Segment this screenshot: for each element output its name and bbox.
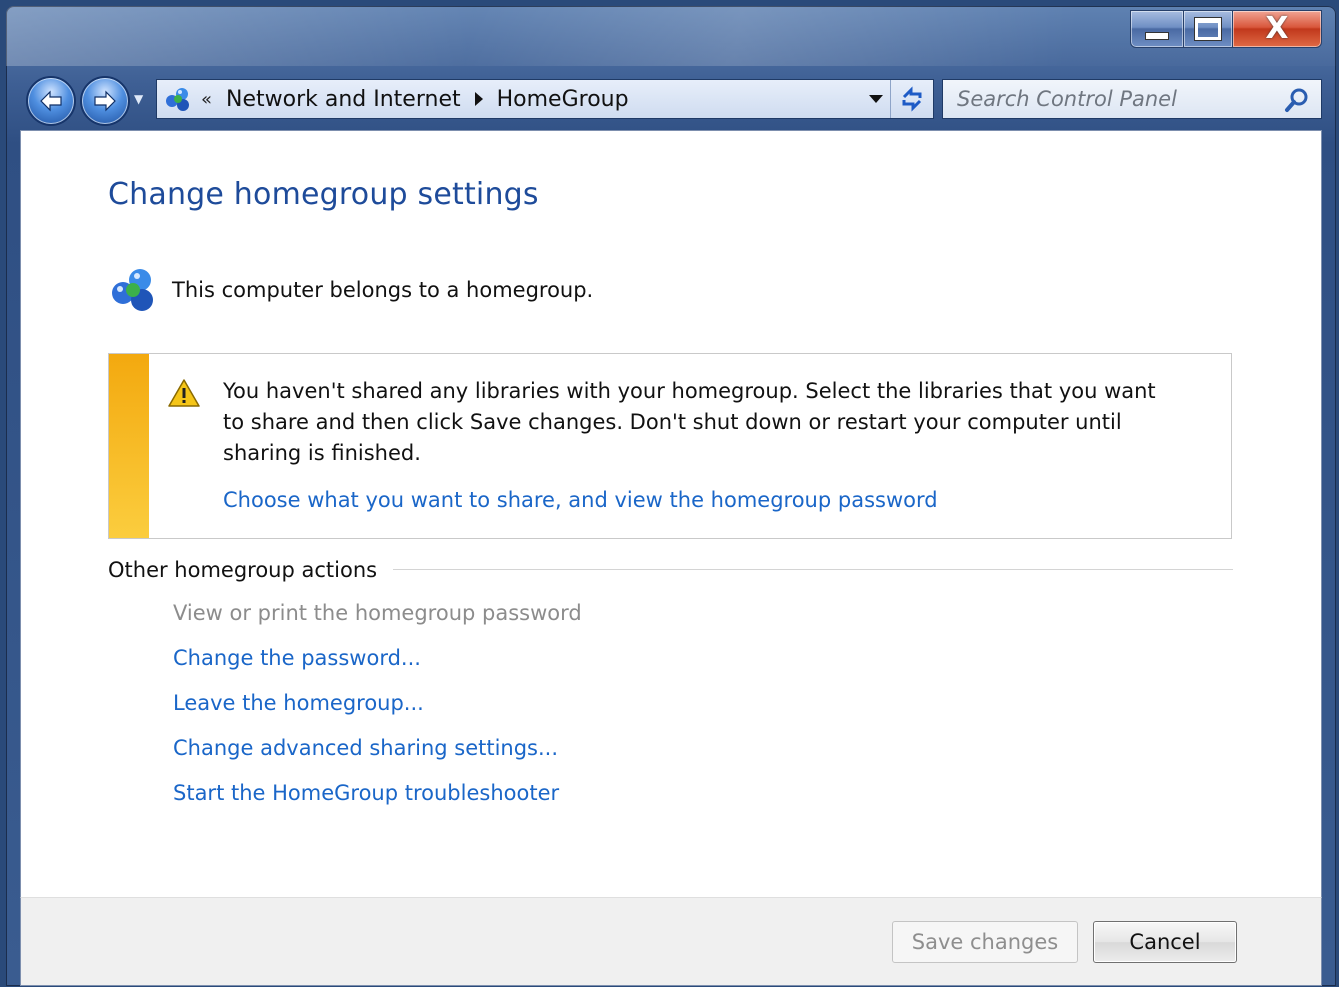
sharing-notice: You haven't shared any libraries with yo… bbox=[108, 353, 1232, 539]
address-bar[interactable]: « Network and Internet HomeGroup bbox=[156, 79, 934, 119]
search-icon[interactable] bbox=[1283, 86, 1311, 114]
search-input[interactable] bbox=[955, 86, 1269, 112]
address-dropdown-button[interactable] bbox=[861, 80, 891, 118]
other-actions-list: View or print the homegroup password Cha… bbox=[173, 597, 582, 822]
homegroup-troubleshooter-link[interactable]: Start the HomeGroup troubleshooter bbox=[173, 777, 582, 822]
notice-accent-bar bbox=[109, 354, 149, 538]
search-box[interactable] bbox=[942, 79, 1322, 119]
content-pane: Change homegroup settings This computer … bbox=[20, 130, 1322, 898]
breadcrumb-separator-icon[interactable] bbox=[474, 92, 483, 106]
change-advanced-sharing-link[interactable]: Change advanced sharing settings... bbox=[173, 732, 582, 777]
change-password-link[interactable]: Change the password... bbox=[173, 642, 582, 687]
back-button[interactable] bbox=[26, 76, 76, 126]
minimize-button[interactable] bbox=[1130, 10, 1184, 48]
notice-message: You haven't shared any libraries with yo… bbox=[223, 379, 1156, 465]
other-actions-heading: Other homegroup actions bbox=[108, 558, 378, 582]
refresh-button[interactable] bbox=[890, 80, 933, 118]
back-arrow-icon bbox=[40, 90, 62, 112]
homegroup-icon bbox=[166, 88, 189, 111]
view-print-password-link: View or print the homegroup password bbox=[173, 601, 582, 625]
breadcrumb-overflow-chevron[interactable]: « bbox=[201, 89, 212, 110]
breadcrumb-homegroup[interactable]: HomeGroup bbox=[497, 87, 629, 112]
section-divider bbox=[393, 569, 1233, 570]
homegroup-status: This computer belongs to a homegroup. bbox=[108, 264, 593, 316]
maximize-icon bbox=[1194, 17, 1222, 41]
refresh-icon bbox=[902, 86, 922, 112]
forward-button[interactable] bbox=[80, 76, 130, 126]
choose-what-to-share-link[interactable]: Choose what you want to share, and view … bbox=[223, 488, 938, 512]
warning-icon bbox=[168, 379, 200, 407]
command-footer: Save changes Cancel bbox=[20, 897, 1322, 986]
breadcrumb-network-and-internet[interactable]: Network and Internet bbox=[226, 87, 461, 112]
page-title: Change homegroup settings bbox=[108, 177, 539, 212]
chevron-down-icon bbox=[869, 95, 883, 103]
cancel-button[interactable]: Cancel bbox=[1093, 921, 1237, 963]
leave-homegroup-link[interactable]: Leave the homegroup... bbox=[173, 687, 582, 732]
minimize-icon bbox=[1145, 32, 1169, 40]
maximize-button[interactable] bbox=[1184, 10, 1233, 48]
forward-arrow-icon bbox=[94, 90, 116, 112]
close-button[interactable]: X bbox=[1233, 10, 1322, 48]
homegroup-status-text: This computer belongs to a homegroup. bbox=[172, 278, 594, 302]
caption-buttons: X bbox=[1130, 10, 1322, 48]
close-icon: X bbox=[1265, 11, 1289, 46]
recent-pages-dropdown-icon[interactable]: ▼ bbox=[134, 92, 143, 106]
navigation-bar: ▼ « Network and Internet HomeGroup bbox=[6, 72, 1336, 128]
save-changes-button[interactable]: Save changes bbox=[892, 921, 1078, 963]
homegroup-icon bbox=[112, 269, 153, 311]
explorer-window: X ▼ « Network and Internet HomeGroup Sea… bbox=[6, 6, 1336, 986]
